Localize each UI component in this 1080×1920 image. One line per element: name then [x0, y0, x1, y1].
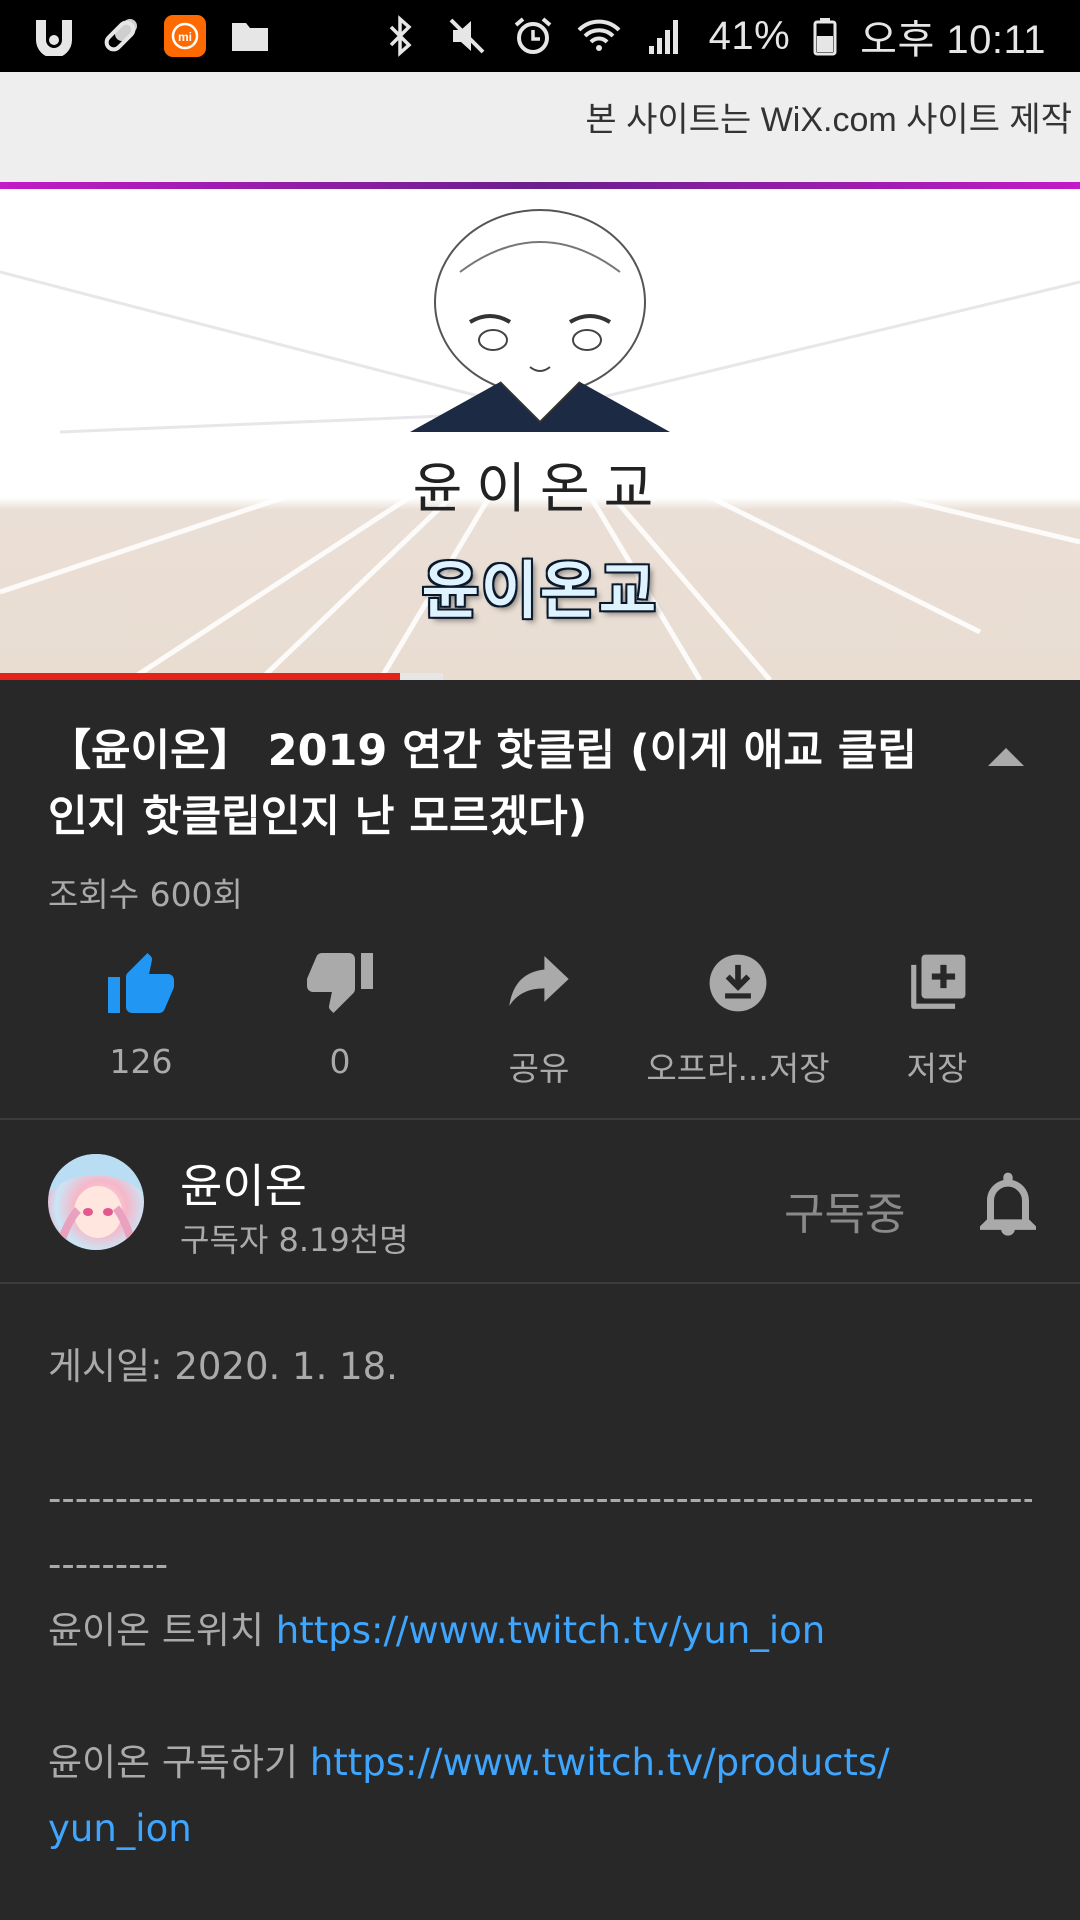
dislike-count: 0 — [329, 1042, 351, 1081]
thumbs-up-icon — [41, 948, 241, 1018]
separator-line: ----------------------------------------… — [48, 1477, 1032, 1520]
video-title: 【윤이온】 2019 연간 핫클립 (이게 애교 클립인지 핫클립인지 난 모르… — [48, 726, 917, 842]
mi-icon: mi — [164, 15, 206, 57]
triangle-up-icon — [988, 748, 1024, 766]
published-date: 게시일: 2020. 1. 18. — [48, 1345, 398, 1388]
twitch-line: 윤이온 트위치 https://www.twitch.tv/yun_ion — [48, 1598, 1038, 1664]
add-to-playlist-icon — [837, 948, 1037, 1018]
chibi-illustration — [410, 209, 670, 432]
mute-icon — [445, 14, 489, 58]
video-description: 게시일: 2020. 1. 18. ----------------------… — [48, 1334, 1038, 1862]
download-icon — [638, 948, 838, 1018]
twitch-label: 윤이온 트위치 — [48, 1609, 276, 1652]
folder-icon — [228, 14, 272, 58]
share-icon — [439, 948, 639, 1018]
status-bar: mi 41% 오후 10:11 — [0, 0, 1080, 72]
signal-icon — [643, 14, 687, 58]
divider-actions — [0, 1118, 1080, 1120]
u-app-icon — [32, 14, 76, 58]
bluetooth-icon — [379, 14, 423, 58]
bell-icon — [980, 1172, 1036, 1236]
dislike-button[interactable]: 0 — [240, 948, 440, 1081]
save-label: 저장 — [906, 1049, 968, 1088]
pink-divider — [0, 182, 1080, 189]
avatar-illustration — [48, 1154, 144, 1250]
channel-avatar[interactable] — [48, 1154, 144, 1250]
share-button[interactable]: 공유 — [439, 948, 639, 1090]
progress-played — [0, 673, 400, 680]
share-label: 공유 — [508, 1049, 570, 1088]
notification-bell-button[interactable] — [980, 1170, 1036, 1236]
subscribe-link-continued[interactable]: yun_ion — [48, 1807, 192, 1850]
video-title-block[interactable]: 【윤이온】 2019 연간 핫클립 (이게 애교 클립인지 핫클립인지 난 모르… — [48, 718, 928, 850]
subscribe-label: 윤이온 구독하기 — [48, 1741, 310, 1784]
alarm-icon — [511, 14, 555, 58]
like-button[interactable]: 126 — [41, 948, 241, 1081]
twitch-link[interactable]: https://www.twitch.tv/yun_ion — [276, 1609, 825, 1652]
svg-text:mi: mi — [178, 30, 192, 44]
progress-buffered — [400, 673, 443, 680]
clock: 오후 10:11 — [860, 18, 1046, 62]
subscribe-link[interactable]: https://www.twitch.tv/products/ — [310, 1741, 890, 1784]
subscriber-count: 구독자 8.19천명 — [180, 1221, 409, 1259]
divider-channel — [0, 1282, 1080, 1284]
battery-percent: 41% — [708, 13, 791, 58]
channel-name[interactable]: 윤이온 — [180, 1150, 307, 1216]
separator-line-continued: --------- — [48, 1543, 169, 1586]
subscribed-button[interactable]: 구독중 — [784, 1178, 905, 1242]
collapse-details-button[interactable] — [984, 742, 1028, 772]
offline-save-button[interactable]: 오프라...저장 — [638, 948, 838, 1090]
save-to-playlist-button[interactable]: 저장 — [837, 948, 1037, 1090]
video-player[interactable]: 본 사이트는 WiX.com 사이트 제작 윤이온교 윤이온교 — [0, 72, 1080, 680]
video-caption: 윤이온교 — [421, 554, 659, 627]
wifi-icon — [577, 14, 621, 58]
battery-icon — [812, 14, 838, 58]
offline-save-label: 오프라...저장 — [646, 1049, 830, 1088]
view-count: 조회수 600회 — [48, 875, 243, 914]
wix-banner-text: 본 사이트는 WiX.com 사이트 제작 — [585, 101, 1072, 139]
illustration-caption: 윤이온교 — [412, 457, 668, 520]
action-bar: 126 0 공유 오프라...저장 저장 — [0, 948, 1080, 1088]
video-progress-bar[interactable] — [0, 673, 1080, 680]
subscribe-line: 윤이온 구독하기 https://www.twitch.tv/products/ — [48, 1730, 1038, 1796]
like-count: 126 — [109, 1042, 173, 1081]
thumbs-down-icon — [240, 948, 440, 1018]
pill-icon — [98, 14, 142, 58]
